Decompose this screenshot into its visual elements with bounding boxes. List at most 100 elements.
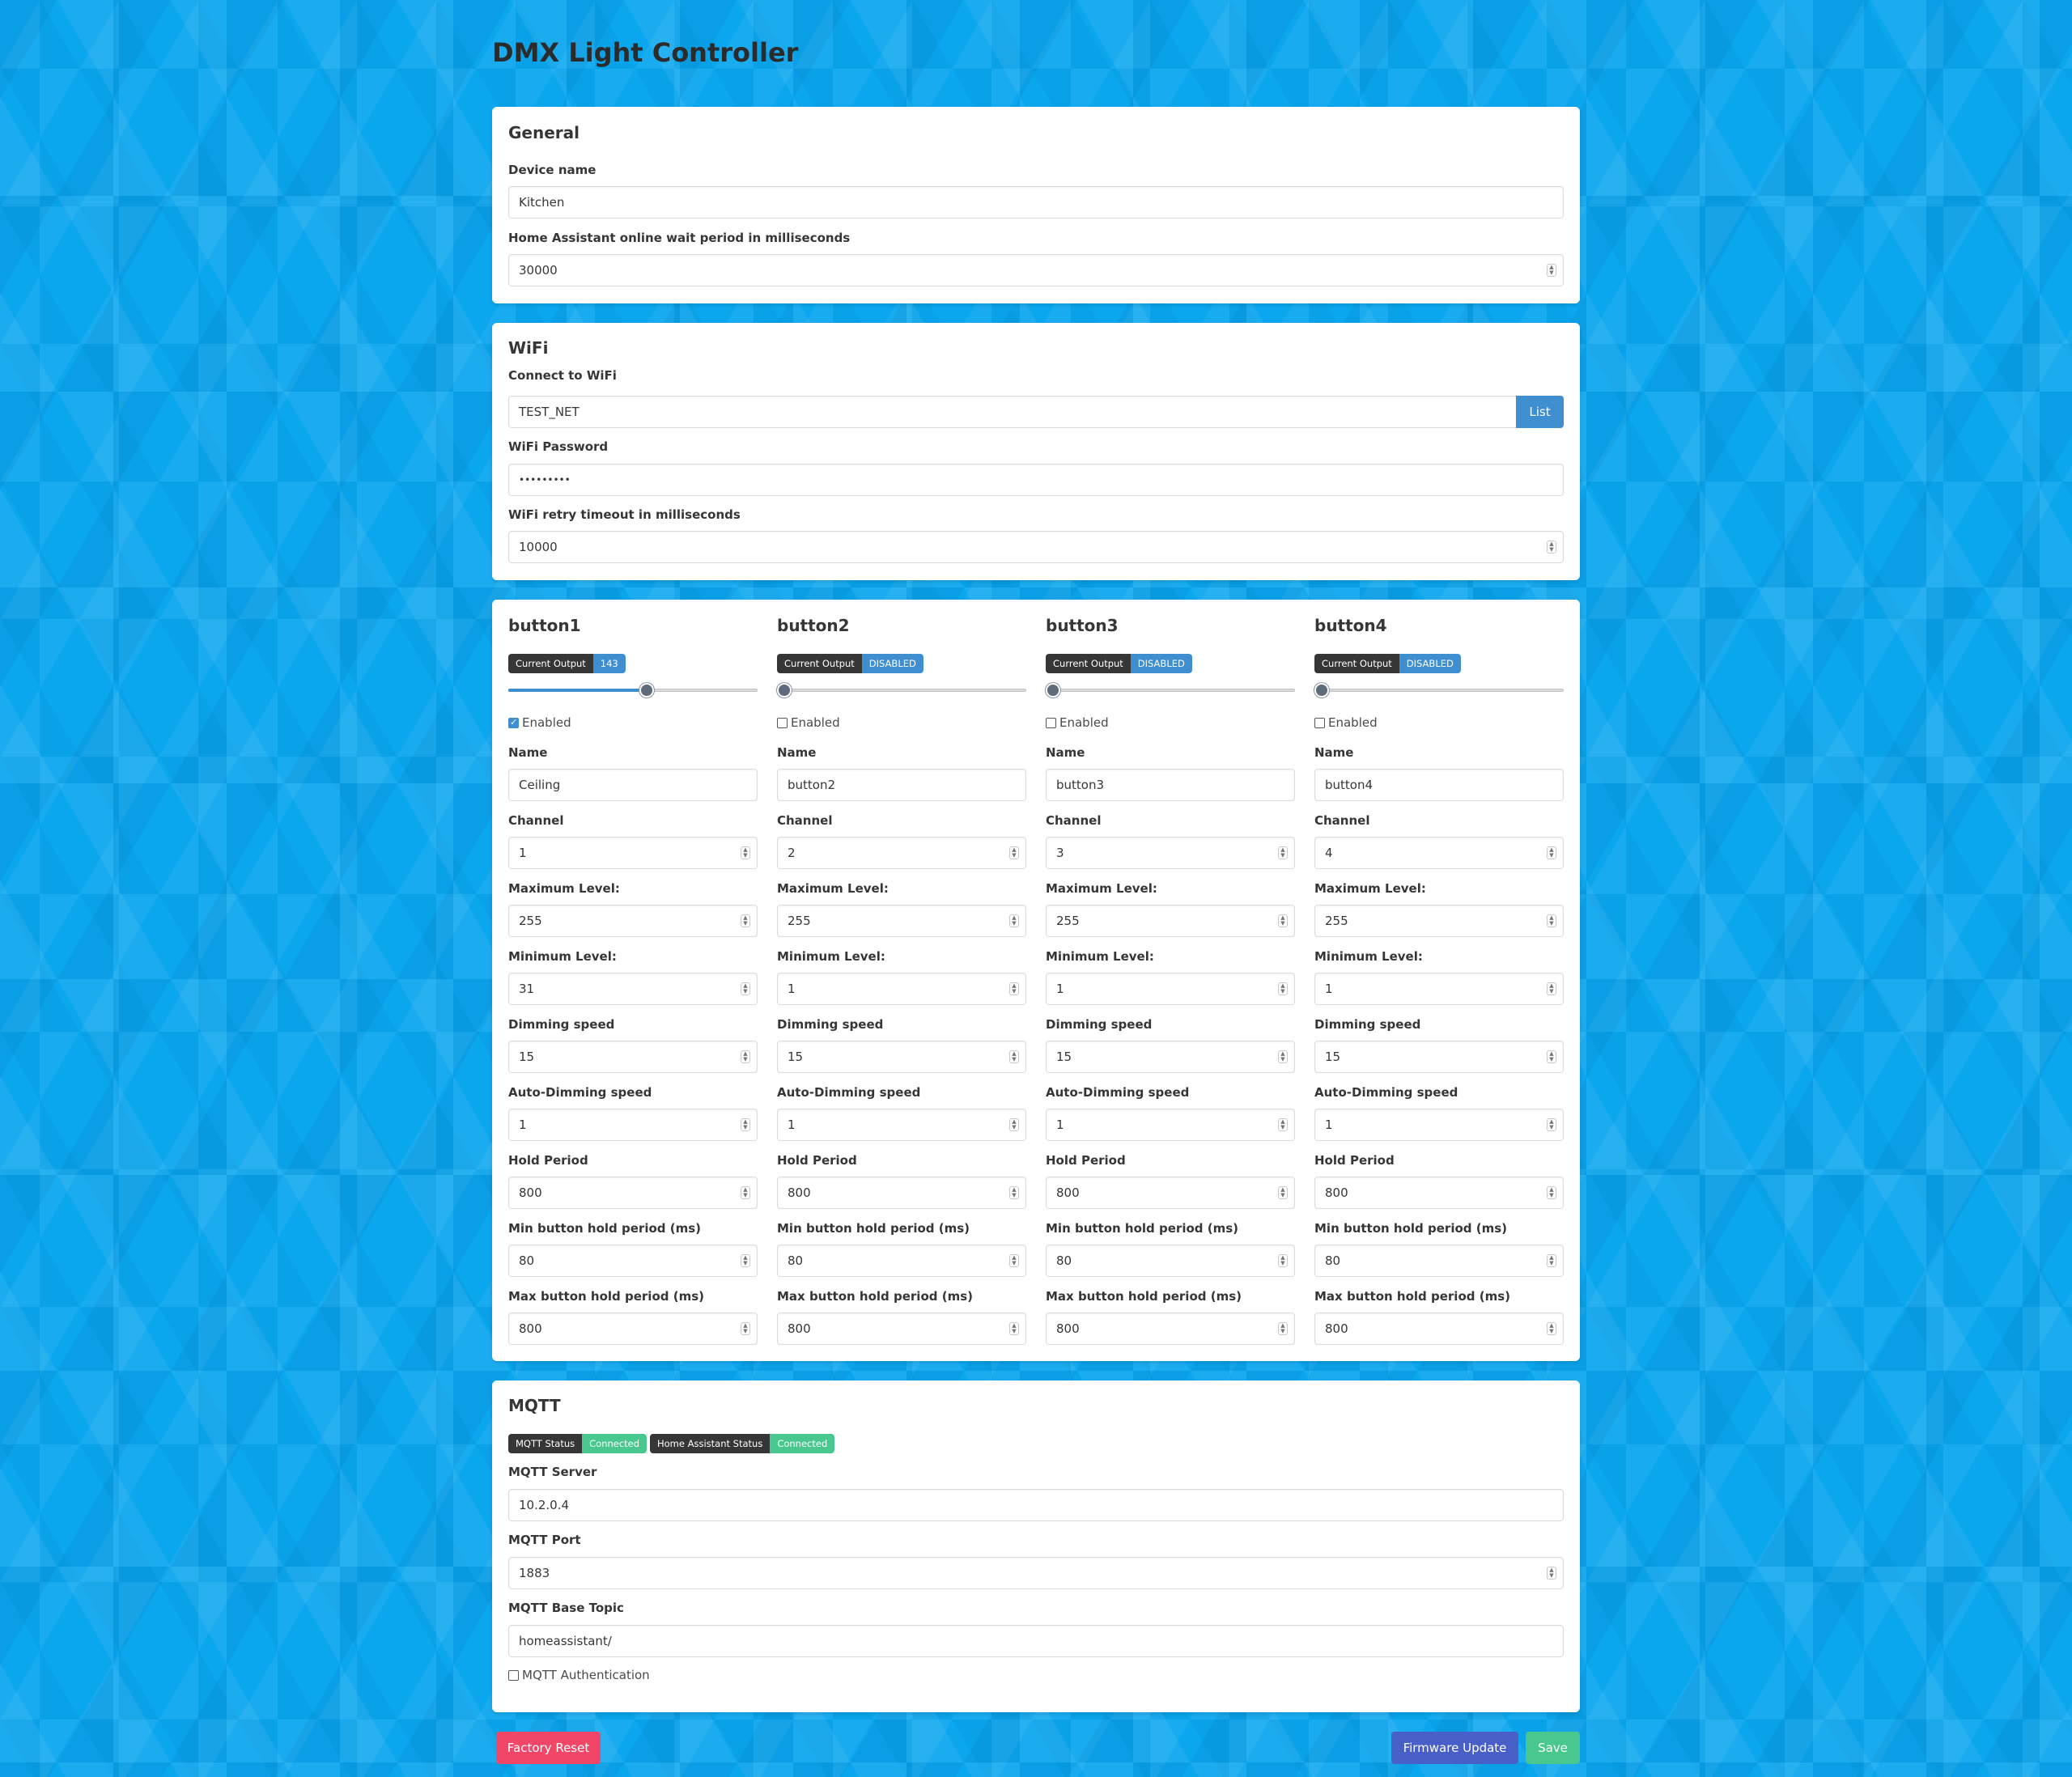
enabled-checkbox[interactable]: Enabled: [1314, 715, 1378, 730]
auto-dimming-speed-input[interactable]: 1 ▲ ▼: [1046, 1109, 1295, 1141]
save-button[interactable]: Save: [1526, 1732, 1580, 1764]
list-networks-button[interactable]: List: [1516, 396, 1564, 428]
mqtt-server-input[interactable]: 10.2.0.4: [508, 1489, 1564, 1521]
max-hold-input[interactable]: 800 ▲ ▼: [1314, 1313, 1564, 1345]
min-hold-input[interactable]: 80 ▲ ▼: [508, 1245, 758, 1277]
number-spinner-icon[interactable]: ▲ ▼: [1278, 1050, 1288, 1063]
number-spinner-icon[interactable]: ▲ ▼: [1009, 1050, 1019, 1063]
checkbox-icon[interactable]: [1046, 717, 1056, 728]
number-spinner-icon[interactable]: ▲ ▼: [741, 914, 750, 927]
wifi-password-input[interactable]: •••••••••: [508, 464, 1564, 496]
mqtt-auth-checkbox[interactable]: MQTT Authentication: [508, 1668, 650, 1682]
number-spinner-icon[interactable]: ▲ ▼: [1009, 846, 1019, 859]
level-slider[interactable]: [777, 682, 1026, 698]
enabled-checkbox[interactable]: Enabled: [508, 715, 571, 730]
number-spinner-icon[interactable]: ▲ ▼: [1278, 1186, 1288, 1199]
hold-period-input[interactable]: 800 ▲ ▼: [1046, 1177, 1295, 1209]
hold-period-input[interactable]: 800 ▲ ▼: [508, 1177, 758, 1209]
name-input[interactable]: button3: [1046, 769, 1295, 801]
number-spinner-icon[interactable]: ▲ ▼: [1009, 914, 1019, 927]
auto-dimming-speed-input[interactable]: 1 ▲ ▼: [777, 1109, 1026, 1141]
max-level-input[interactable]: 255 ▲ ▼: [508, 905, 758, 937]
number-spinner-icon[interactable]: ▲ ▼: [1278, 914, 1288, 927]
number-spinner-icon[interactable]: ▲ ▼: [1009, 982, 1019, 995]
channel-input[interactable]: 2 ▲ ▼: [777, 837, 1026, 869]
number-spinner-icon[interactable]: ▲ ▼: [1009, 1254, 1019, 1267]
max-hold-input[interactable]: 800 ▲ ▼: [508, 1313, 758, 1345]
max-level-input[interactable]: 255 ▲ ▼: [1314, 905, 1564, 937]
number-spinner-icon[interactable]: ▲ ▼: [1547, 1254, 1556, 1267]
slider-thumb[interactable]: [639, 683, 654, 698]
level-slider[interactable]: [1046, 682, 1295, 698]
number-spinner-icon[interactable]: ▲ ▼: [1547, 1186, 1556, 1199]
level-slider[interactable]: [508, 682, 758, 698]
enabled-checkbox[interactable]: Enabled: [777, 715, 840, 730]
number-spinner-icon[interactable]: ▲ ▼: [1278, 1322, 1288, 1335]
auto-dimming-speed-input[interactable]: 1 ▲ ▼: [1314, 1109, 1564, 1141]
min-level-input[interactable]: 31 ▲ ▼: [508, 973, 758, 1005]
name-input[interactable]: button4: [1314, 769, 1564, 801]
level-slider[interactable]: [1314, 682, 1564, 698]
number-spinner-icon[interactable]: ▲ ▼: [1547, 1322, 1556, 1335]
number-spinner-icon[interactable]: ▲ ▼: [1547, 541, 1556, 553]
slider-thumb[interactable]: [1046, 683, 1060, 698]
number-spinner-icon[interactable]: ▲ ▼: [1547, 264, 1556, 277]
number-spinner-icon[interactable]: ▲ ▼: [1547, 982, 1556, 995]
min-level-input[interactable]: 1 ▲ ▼: [777, 973, 1026, 1005]
channel-input[interactable]: 3 ▲ ▼: [1046, 837, 1295, 869]
number-spinner-icon[interactable]: ▲ ▼: [741, 846, 750, 859]
number-spinner-icon[interactable]: ▲ ▼: [741, 1186, 750, 1199]
min-level-input[interactable]: 1 ▲ ▼: [1314, 973, 1564, 1005]
dimming-speed-input[interactable]: 15 ▲ ▼: [777, 1041, 1026, 1073]
channel-input[interactable]: 4 ▲ ▼: [1314, 837, 1564, 869]
device-name-input[interactable]: Kitchen: [508, 186, 1564, 218]
wifi-retry-input[interactable]: 10000 ▲ ▼: [508, 531, 1564, 563]
min-hold-input[interactable]: 80 ▲ ▼: [777, 1245, 1026, 1277]
name-input[interactable]: button2: [777, 769, 1026, 801]
max-hold-input[interactable]: 800 ▲ ▼: [777, 1313, 1026, 1345]
min-hold-input[interactable]: 80 ▲ ▼: [1046, 1245, 1295, 1277]
number-spinner-icon[interactable]: ▲ ▼: [1278, 982, 1288, 995]
hold-period-input[interactable]: 800 ▲ ▼: [1314, 1177, 1564, 1209]
number-spinner-icon[interactable]: ▲ ▼: [741, 1322, 750, 1335]
max-level-input[interactable]: 255 ▲ ▼: [777, 905, 1026, 937]
max-level-input[interactable]: 255 ▲ ▼: [1046, 905, 1295, 937]
slider-track[interactable]: [1314, 689, 1564, 692]
number-spinner-icon[interactable]: ▲ ▼: [1278, 846, 1288, 859]
number-spinner-icon[interactable]: ▲ ▼: [1547, 1050, 1556, 1063]
max-hold-input[interactable]: 800 ▲ ▼: [1046, 1313, 1295, 1345]
factory-reset-button[interactable]: Factory Reset: [496, 1732, 601, 1764]
firmware-update-button[interactable]: Firmware Update: [1391, 1732, 1518, 1764]
channel-input[interactable]: 1 ▲ ▼: [508, 837, 758, 869]
number-spinner-icon[interactable]: ▲ ▼: [1547, 914, 1556, 927]
number-spinner-icon[interactable]: ▲ ▼: [1009, 1118, 1019, 1131]
dimming-speed-input[interactable]: 15 ▲ ▼: [1314, 1041, 1564, 1073]
slider-thumb[interactable]: [777, 683, 792, 698]
hold-period-input[interactable]: 800 ▲ ▼: [777, 1177, 1026, 1209]
number-spinner-icon[interactable]: ▲ ▼: [741, 1050, 750, 1063]
dimming-speed-input[interactable]: 15 ▲ ▼: [508, 1041, 758, 1073]
slider-track[interactable]: [777, 689, 1026, 692]
checkbox-icon[interactable]: [777, 717, 788, 728]
number-spinner-icon[interactable]: ▲ ▼: [1547, 1567, 1556, 1580]
number-spinner-icon[interactable]: ▲ ▼: [1278, 1118, 1288, 1131]
number-spinner-icon[interactable]: ▲ ▼: [1547, 846, 1556, 859]
number-spinner-icon[interactable]: ▲ ▼: [741, 982, 750, 995]
min-hold-input[interactable]: 80 ▲ ▼: [1314, 1245, 1564, 1277]
slider-track[interactable]: [1046, 689, 1295, 692]
mqtt-port-input[interactable]: 1883 ▲ ▼: [508, 1557, 1564, 1589]
enabled-checkbox[interactable]: Enabled: [1046, 715, 1109, 730]
dimming-speed-input[interactable]: 15 ▲ ▼: [1046, 1041, 1295, 1073]
number-spinner-icon[interactable]: ▲ ▼: [741, 1254, 750, 1267]
checkbox-icon[interactable]: [1314, 717, 1325, 728]
checkbox-icon[interactable]: [508, 1669, 519, 1681]
ssid-input[interactable]: TEST_NET: [508, 396, 1517, 428]
min-level-input[interactable]: 1 ▲ ▼: [1046, 973, 1295, 1005]
number-spinner-icon[interactable]: ▲ ▼: [741, 1118, 750, 1131]
mqtt-topic-input[interactable]: homeassistant/: [508, 1625, 1564, 1657]
auto-dimming-speed-input[interactable]: 1 ▲ ▼: [508, 1109, 758, 1141]
number-spinner-icon[interactable]: ▲ ▼: [1009, 1186, 1019, 1199]
number-spinner-icon[interactable]: ▲ ▼: [1009, 1322, 1019, 1335]
number-spinner-icon[interactable]: ▲ ▼: [1278, 1254, 1288, 1267]
number-spinner-icon[interactable]: ▲ ▼: [1547, 1118, 1556, 1131]
